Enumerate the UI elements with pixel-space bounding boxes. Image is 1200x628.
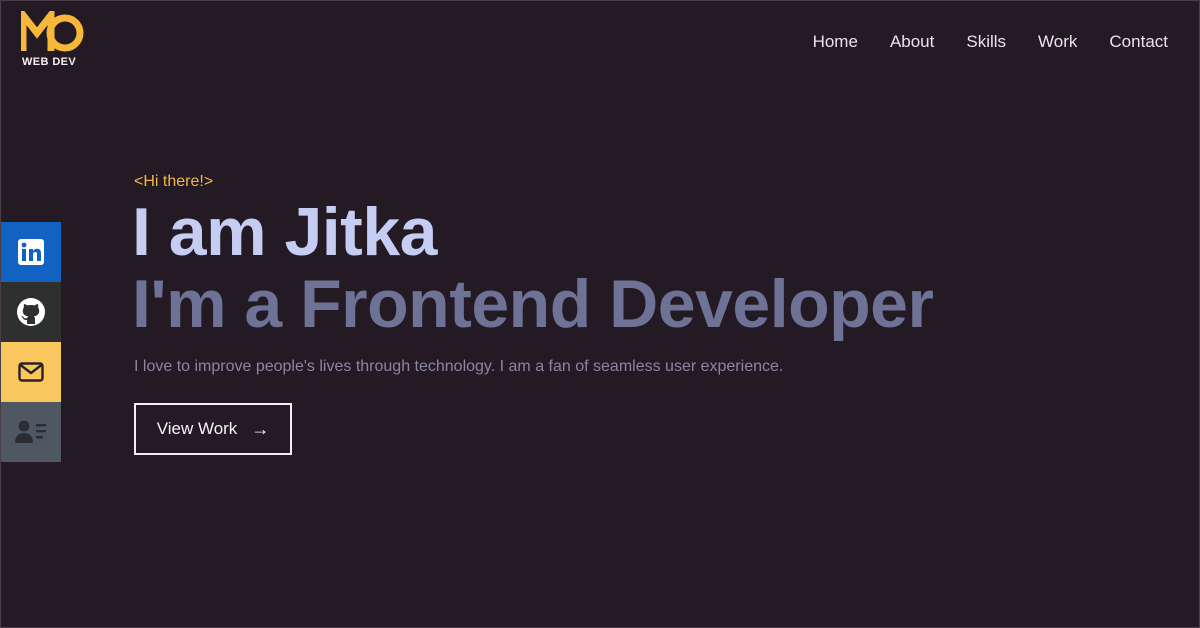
- nav-contact[interactable]: Contact: [1109, 32, 1168, 52]
- social-sidebar: [1, 222, 61, 462]
- email-link[interactable]: [1, 342, 61, 402]
- hero-tagline: I love to improve people's lives through…: [134, 358, 784, 375]
- nav-home[interactable]: Home: [813, 32, 858, 52]
- linkedin-icon: [18, 239, 44, 265]
- hero-subheadline: I'm a Frontend Developer: [132, 266, 934, 342]
- arrow-right-icon: →: [251, 418, 270, 439]
- main-nav: Home About Skills Work Contact: [813, 32, 1168, 52]
- nav-skills[interactable]: Skills: [966, 32, 1006, 52]
- page: WEB DEV Home About Skills Work Contact <…: [0, 0, 1200, 628]
- view-work-button[interactable]: View Work →: [134, 403, 292, 455]
- hero-headline: I am Jitka: [132, 194, 437, 270]
- resume-icon: [15, 420, 46, 443]
- github-link[interactable]: [1, 282, 61, 342]
- mail-icon: [18, 362, 44, 382]
- github-icon: [17, 298, 45, 326]
- view-work-label: View Work: [156, 419, 238, 438]
- nav-about[interactable]: About: [890, 32, 934, 52]
- hero-greeting: <Hi there!>: [134, 173, 214, 190]
- nav-work[interactable]: Work: [1038, 32, 1077, 52]
- site-logo[interactable]: WEB DEV: [21, 11, 85, 71]
- linkedin-link[interactable]: [1, 222, 61, 282]
- logo-text: WEB DEV: [22, 56, 77, 68]
- logo-mark-icon: [21, 11, 84, 52]
- resume-link[interactable]: [1, 402, 61, 462]
